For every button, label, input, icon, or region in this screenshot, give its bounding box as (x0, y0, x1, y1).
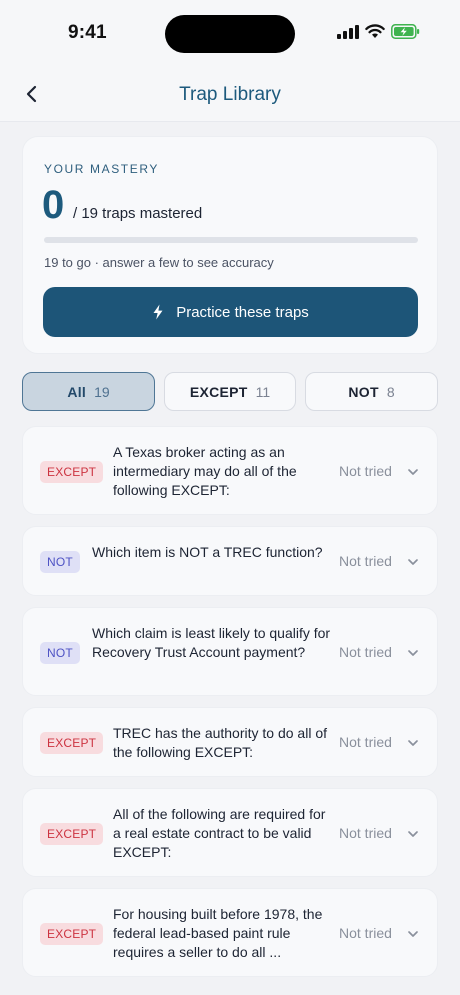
page-title: Trap Library (179, 84, 281, 105)
dynamic-island (165, 15, 295, 53)
header: 9:41 Trap Library (0, 0, 460, 122)
battery-charging-icon (391, 24, 420, 39)
trap-card[interactable]: EXCEPT A Texas broker acting as an interm… (22, 426, 438, 515)
trap-type-badge: NOT (40, 551, 80, 573)
trap-card[interactable]: EXCEPT TREC has the authority to do all o… (22, 707, 438, 777)
filter-tab-not[interactable]: NOT 8 (305, 372, 438, 411)
trap-question-text: TREC has the authority to do all of the … (113, 725, 327, 760)
trap-card[interactable]: EXCEPT For housing built before 1978, the… (22, 888, 438, 977)
trap-question-text: Which claim is least likely to qualify f… (92, 625, 331, 660)
filter-tab-label: EXCEPT (189, 383, 248, 400)
mastery-progress-bar (44, 237, 418, 243)
filter-tab-except[interactable]: EXCEPT 11 (164, 372, 296, 411)
trap-question-text: Which item is NOT a TREC function? (92, 544, 323, 560)
practice-button-label: Practice these traps (176, 303, 309, 321)
filter-tabs: All 19 EXCEPT 11 NOT 8 (22, 372, 438, 412)
mastered-count: 0 (42, 183, 65, 227)
trap-status: Not tried (339, 824, 392, 841)
nav-bar: Trap Library (0, 72, 460, 116)
trap-card[interactable]: EXCEPT All of the following are required … (22, 788, 438, 877)
trap-type-badge: EXCEPT (40, 460, 104, 483)
filter-tab-label: NOT (348, 383, 379, 400)
trap-status: Not tried (339, 924, 392, 941)
filter-tab-all[interactable]: All 19 (22, 372, 155, 411)
chevron-down-icon[interactable] (407, 737, 419, 749)
filter-tab-count: 11 (255, 383, 271, 400)
mastery-label: YOUR MASTERY (44, 162, 159, 176)
chevron-down-icon[interactable] (407, 828, 419, 840)
trap-type-badge: EXCEPT (40, 922, 104, 945)
wifi-icon (365, 24, 385, 38)
trap-status: Not tried (339, 643, 392, 660)
trap-question-text: For housing built before 1978, the feder… (113, 906, 323, 960)
trap-type-badge: EXCEPT (40, 732, 104, 754)
trap-status: Not tried (339, 734, 392, 750)
filter-tab-count: 8 (386, 383, 395, 400)
mastered-total-text: / 19 traps mastered (73, 205, 203, 222)
status-bar: 9:41 (0, 0, 460, 68)
lightning-bolt-icon (153, 304, 163, 320)
trap-type-badge: NOT (40, 641, 80, 664)
status-time: 9:41 (68, 22, 107, 43)
mastery-card: YOUR MASTERY 0 / 19 traps mastered 19 to… (22, 136, 438, 354)
trap-card[interactable]: NOT Which claim is least likely to qualif… (22, 607, 438, 696)
chevron-down-icon[interactable] (407, 466, 419, 478)
trap-status: Not tried (339, 462, 392, 479)
mastery-subtext: 19 to go · answer a few to see accuracy (44, 255, 274, 270)
trap-type-badge: EXCEPT (40, 822, 104, 845)
trap-question-text: All of the following are required for a … (113, 806, 326, 860)
trap-card[interactable]: NOT Which item is NOT a TREC function? Not… (22, 526, 438, 596)
practice-traps-button[interactable]: Practice these traps (43, 287, 418, 337)
status-icons (337, 24, 420, 39)
trap-status: Not tried (339, 553, 392, 569)
filter-tab-label: All (67, 383, 87, 400)
chevron-down-icon[interactable] (407, 556, 419, 568)
filter-tab-count: 19 (94, 383, 110, 400)
chevron-down-icon[interactable] (407, 928, 419, 940)
chevron-down-icon[interactable] (407, 647, 419, 659)
cellular-signal-icon (337, 24, 359, 39)
trap-question-text: A Texas broker acting as an intermediary… (113, 444, 297, 498)
